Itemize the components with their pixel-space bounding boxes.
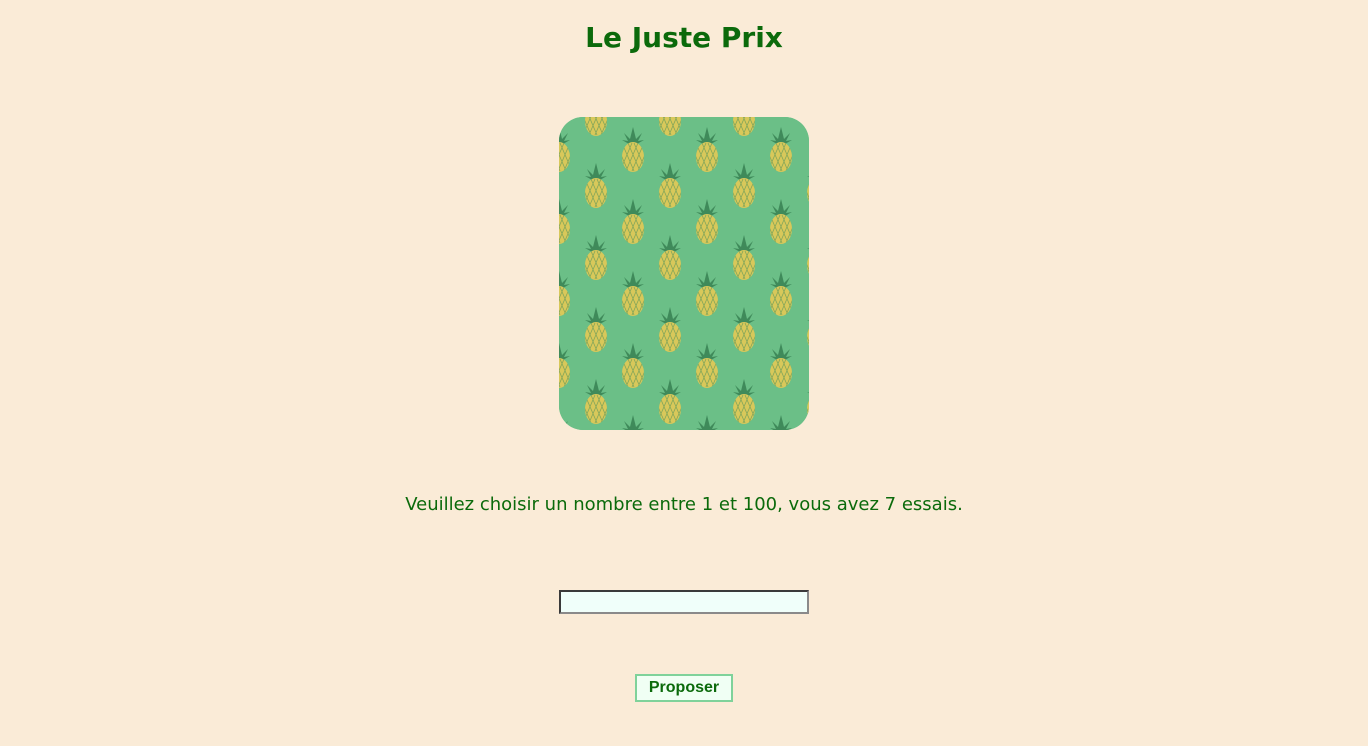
pineapple-pattern [559, 117, 809, 430]
guess-input[interactable] [559, 590, 809, 614]
instruction-text: Veuillez choisir un nombre entre 1 et 10… [405, 494, 963, 515]
propose-button[interactable]: Proposer [635, 674, 733, 702]
page-title: Le Juste Prix [585, 21, 783, 54]
pineapple-card-image [559, 117, 809, 430]
